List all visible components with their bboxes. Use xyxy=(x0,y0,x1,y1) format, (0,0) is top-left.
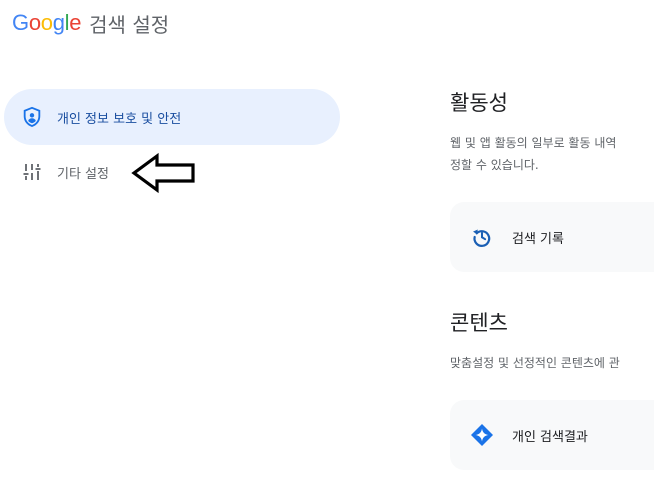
tune-sliders-icon xyxy=(20,160,44,184)
arrow-left-annotation-icon xyxy=(131,152,195,194)
logo-letter: o xyxy=(40,10,53,35)
section-title-content: 콘텐츠 xyxy=(450,311,508,335)
card-label: 개인 검색결과 xyxy=(512,429,588,445)
sidebar-item-label: 기타 설정 xyxy=(57,166,109,182)
settings-page: Google 검색 설정 개인 정보 보호 및 안전 기타 설정 활동성 웹 및… xyxy=(0,0,654,481)
search-history-card[interactable]: 검색 기록 xyxy=(450,202,654,272)
personal-results-card[interactable]: 개인 검색결과 xyxy=(450,400,654,470)
sidebar-item-label: 개인 정보 보호 및 안전 xyxy=(57,111,182,127)
sidebar-item-privacy-safety[interactable]: 개인 정보 보호 및 안전 xyxy=(4,89,340,145)
section-description-activity: 웹 및 앱 활동의 일부로 활동 내역 정할 수 있습니다. xyxy=(450,136,617,172)
history-icon xyxy=(470,225,494,249)
logo-letter: e xyxy=(69,10,82,35)
logo-letter: g xyxy=(52,10,65,35)
section-description-content: 맞춤설정 및 선정적인 콘텐츠에 관 xyxy=(450,356,620,370)
section-title-activity: 활동성 xyxy=(450,91,508,115)
shield-user-icon xyxy=(20,105,44,129)
sparkle-icon xyxy=(470,423,494,447)
page-title: 검색 설정 xyxy=(89,12,170,37)
google-logo[interactable]: Google xyxy=(12,12,81,34)
logo-letter: o xyxy=(28,10,41,35)
card-label: 검색 기록 xyxy=(512,231,564,247)
logo-letter: G xyxy=(12,10,29,35)
header: Google 검색 설정 xyxy=(12,6,169,40)
